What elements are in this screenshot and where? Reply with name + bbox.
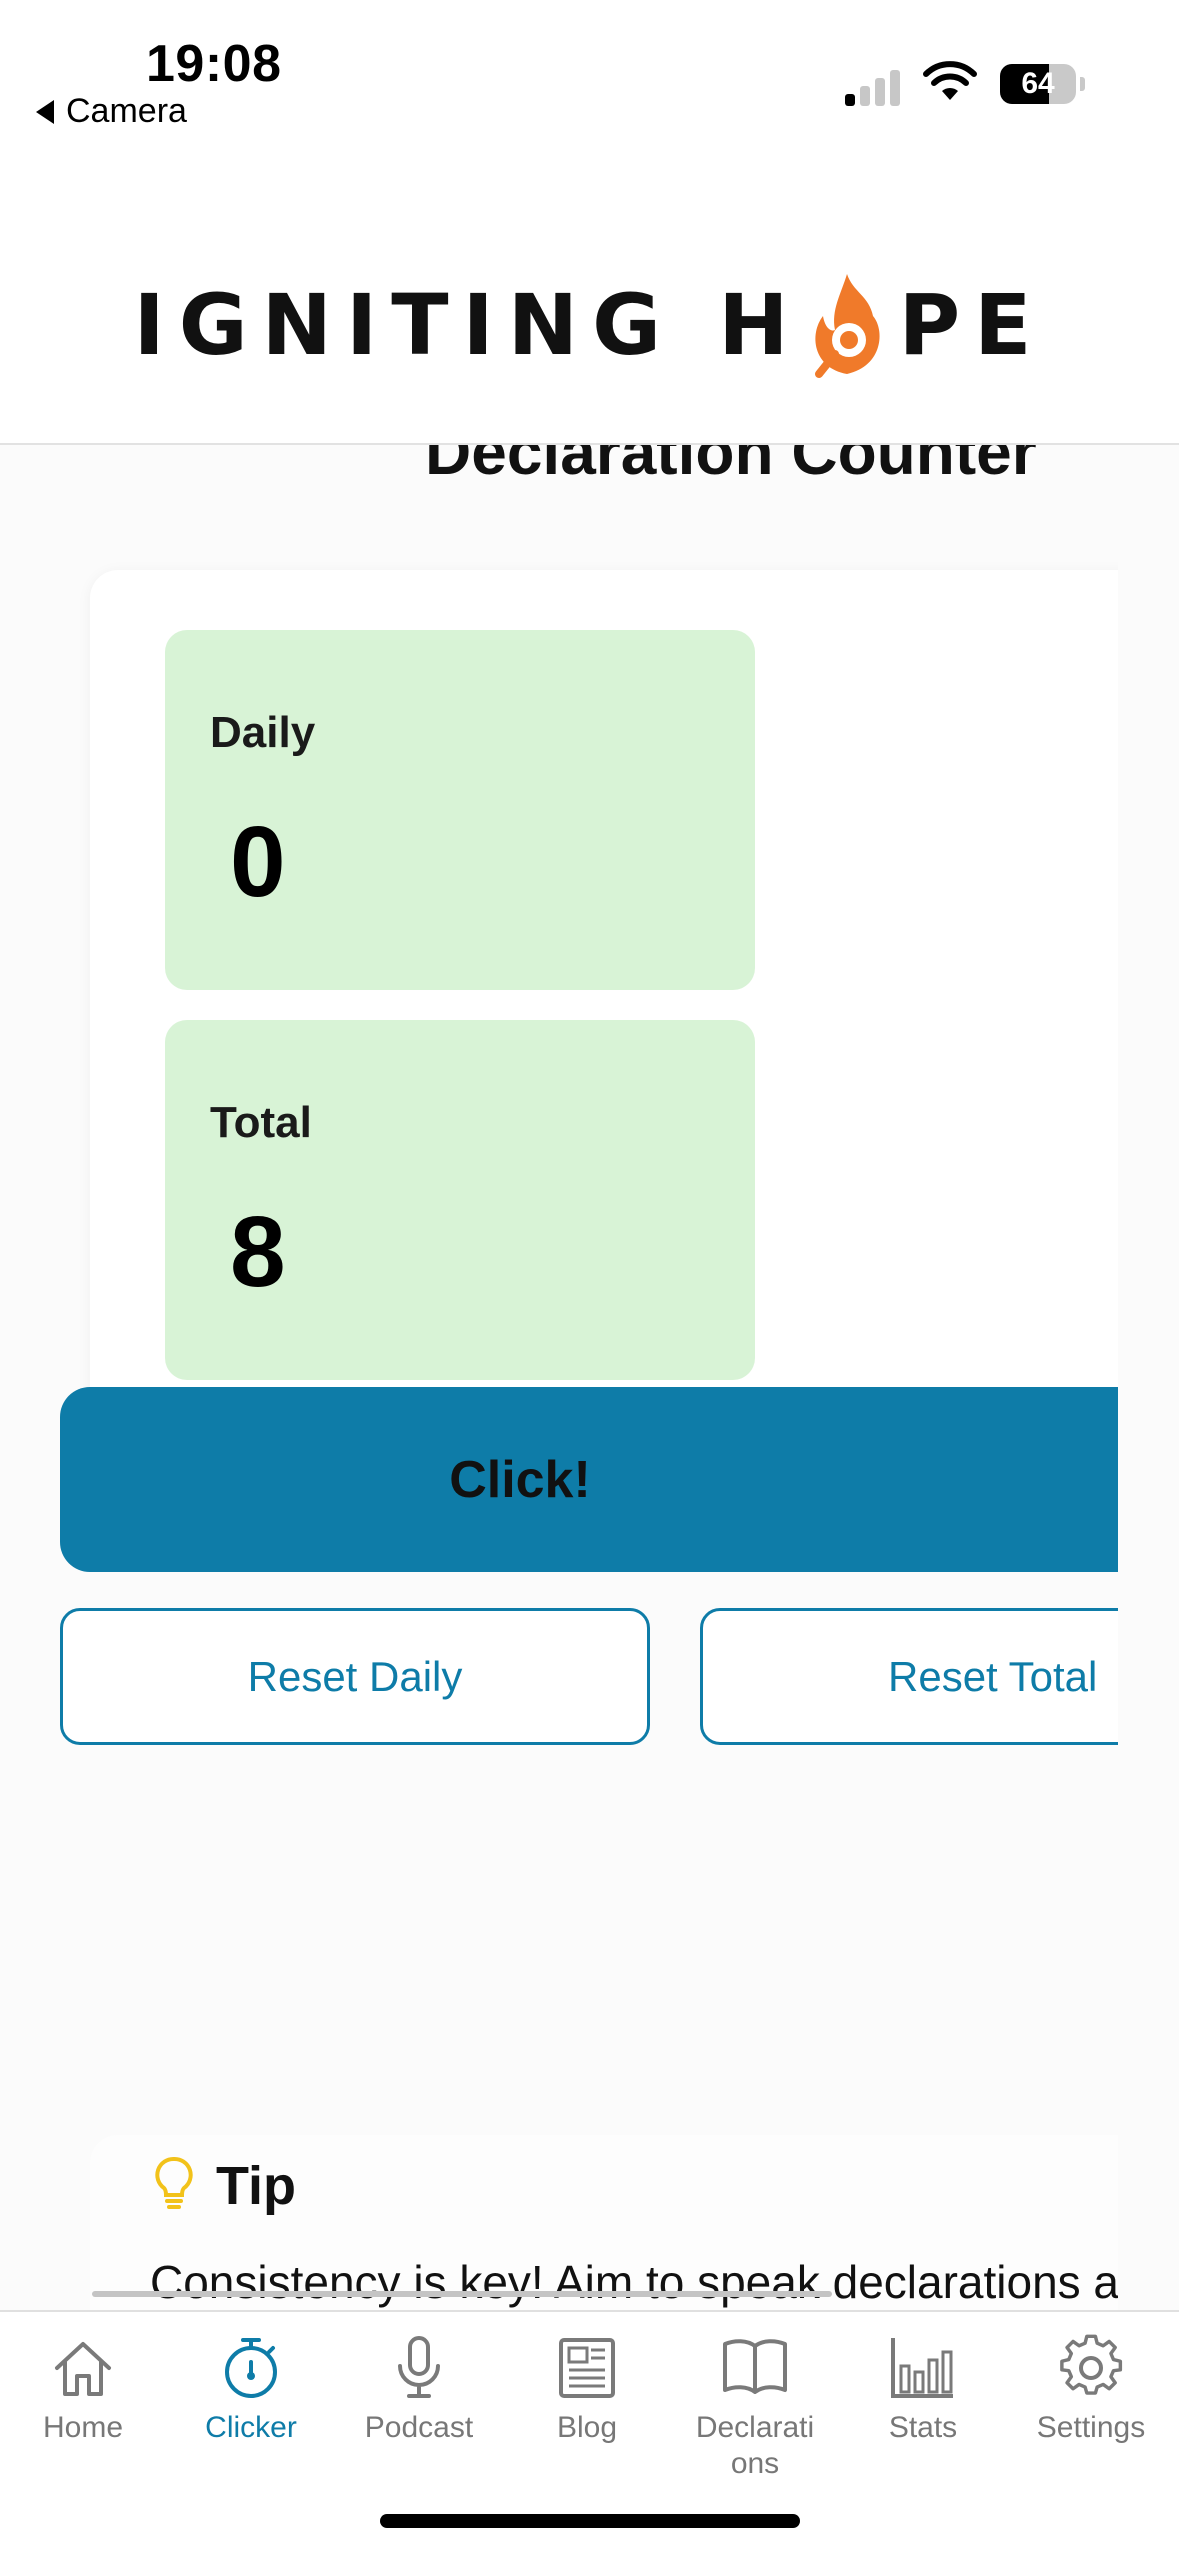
tab-declarations[interactable]: Declarati ons: [680, 2332, 830, 2482]
igniting-hope-logo: IGNITING H PE: [0, 270, 1179, 380]
wifi-icon: [923, 61, 977, 100]
daily-count: 0: [230, 806, 286, 918]
total-stat-box: Total 8: [165, 1020, 755, 1380]
back-label: Camera: [66, 92, 187, 130]
reset-daily-label: Reset Daily: [247, 1652, 463, 1700]
reset-total-button[interactable]: Reset Total: [700, 1608, 1179, 1745]
status-time: 19:08: [146, 35, 282, 93]
tip-title: Tip: [216, 2156, 296, 2216]
battery-percent: 64: [1021, 67, 1055, 100]
app-header: IGNITING H PE: [0, 180, 1179, 445]
tip-text: Consistency is key! Aim to speak declara…: [150, 2256, 1120, 2308]
main-content[interactable]: Declaration Counter Daily 0 Total 8 Clic…: [0, 445, 1179, 2310]
tab-label: Stats: [888, 2411, 958, 2444]
microphone-icon: [398, 2336, 440, 2398]
home-indicator[interactable]: [380, 2514, 800, 2528]
tab-label: Declarati ons: [695, 2411, 815, 2480]
book-icon: [723, 2339, 787, 2394]
back-to-camera-link[interactable]: Camera: [36, 92, 187, 131]
newspaper-icon: [559, 2338, 615, 2398]
tab-label: Podcast: [364, 2411, 474, 2444]
tab-settings[interactable]: Settings: [1016, 2332, 1166, 2446]
daily-stat-box: Daily 0: [165, 630, 755, 990]
tab-stats[interactable]: Stats: [848, 2332, 998, 2446]
tab-label: Blog: [556, 2411, 618, 2444]
gear-icon: [1060, 2334, 1123, 2395]
bar-chart-icon: [891, 2338, 953, 2398]
battery-indicator: 64: [1000, 64, 1085, 104]
lightbulb-icon: [155, 2157, 193, 2209]
tab-clicker[interactable]: Clicker: [176, 2332, 326, 2446]
total-label: Total: [210, 1098, 312, 1147]
logo-text-right: PE: [898, 276, 1046, 374]
back-arrow-icon: [36, 99, 54, 124]
click-button-label: Click!: [449, 1450, 591, 1509]
tab-label: Clicker: [205, 2411, 297, 2444]
tab-label: Home: [42, 2411, 124, 2444]
stopwatch-icon: [225, 2338, 277, 2398]
counter-card: Daily 0 Total 8: [90, 570, 1179, 1445]
logo-text-left: IGNITING H: [133, 276, 803, 374]
daily-label: Daily: [210, 708, 316, 757]
click-button[interactable]: Click!: [60, 1387, 1160, 1572]
home-icon: [55, 2342, 111, 2396]
tab-podcast[interactable]: Podcast: [344, 2332, 494, 2446]
tab-blog[interactable]: Blog: [512, 2332, 662, 2446]
cellular-signal-icon: [845, 66, 900, 106]
page-title: Declaration Counter: [425, 445, 1037, 488]
reset-total-label: Reset Total: [888, 1652, 1098, 1700]
flame-o-icon: [814, 274, 880, 378]
total-count: 8: [230, 1196, 286, 1308]
tab-label: Settings: [1036, 2411, 1146, 2444]
tab-home[interactable]: Home: [8, 2332, 158, 2446]
reset-daily-button[interactable]: Reset Daily: [60, 1608, 650, 1745]
horizontal-scroll-indicator[interactable]: [92, 2291, 832, 2297]
